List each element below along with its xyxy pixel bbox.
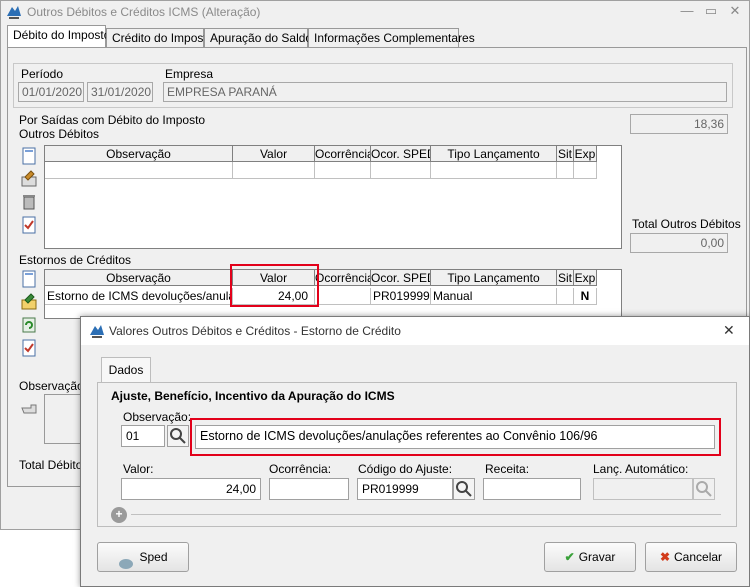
total-outros-debitos-field: 0,00: [630, 233, 728, 253]
edit-icon[interactable]: [19, 292, 39, 312]
add-icon[interactable]: +: [111, 507, 127, 523]
periodo-inicio-field[interactable]: 01/01/2020: [18, 82, 84, 102]
close-icon[interactable]: ✕: [723, 322, 735, 339]
empty-row[interactable]: [371, 162, 431, 179]
new-doc-icon[interactable]: [19, 146, 39, 166]
refresh-icon[interactable]: [19, 315, 39, 335]
ocorrencia-label: Ocorrência:: [269, 462, 332, 476]
col-ocor-sped[interactable]: Ocor. SPED: [371, 146, 431, 162]
periodo-label: Período: [21, 67, 64, 81]
estornos-label: Estornos de Créditos: [19, 253, 132, 267]
codigo-ajuste-input[interactable]: PR019999: [357, 478, 453, 500]
section-title: Ajuste, Benefício, Incentivo da Apuração…: [111, 389, 395, 403]
col-tipo-lancamento[interactable]: Tipo Lançamento: [431, 146, 557, 162]
col-sit[interactable]: Sit: [557, 146, 574, 162]
empty-row[interactable]: [574, 162, 597, 179]
lanc-automatico-input: [593, 478, 693, 500]
empresa-label: Empresa: [165, 67, 214, 81]
tab-informacoes-complementares[interactable]: Informações Complementares: [308, 28, 475, 48]
col-ocorrencia[interactable]: Ocorrência: [315, 270, 371, 286]
search-icon: [693, 478, 715, 500]
estorno-observacao-cell[interactable]: Estorno de ICMS devoluções/anulaçõ: [45, 288, 233, 305]
dialog-title: Valores Outros Débitos e Créditos - Esto…: [109, 324, 401, 338]
main-titlebar: Outros Débitos e Créditos ICMS (Alteraçã…: [1, 1, 749, 23]
section-saidas-label: Por Saídas com Débito do Imposto: [19, 113, 206, 127]
receita-input[interactable]: [483, 478, 581, 500]
estorno-ocorrencia-cell[interactable]: [315, 288, 371, 305]
outros-debitos-grid[interactable]: Observação Valor Ocorrência Ocor. SPED T…: [44, 145, 622, 249]
saidas-value-field: 18,36: [630, 114, 728, 134]
observacao-code-input[interactable]: 01: [121, 425, 165, 447]
observacao-dialog-label: Observação:: [123, 410, 192, 424]
col-ocor-sped[interactable]: Ocor. SPED: [371, 270, 431, 286]
dialog-window: Valores Outros Débitos e Créditos - Esto…: [80, 316, 750, 587]
hand-pointer-icon[interactable]: [19, 398, 39, 418]
col-observacao[interactable]: Observação: [45, 146, 233, 162]
outros-debitos-label: Outros Débitos: [19, 127, 100, 141]
empty-row[interactable]: [233, 162, 315, 179]
sped-icon: [118, 552, 134, 569]
estorno-exp-cell[interactable]: N: [574, 288, 597, 305]
empty-row[interactable]: [315, 162, 371, 179]
sped-button-label: Sped: [139, 550, 168, 564]
observacao-label: Observação: [19, 379, 84, 393]
search-icon[interactable]: [167, 425, 189, 447]
tab-credito-imposto[interactable]: Crédito do Imposto: [106, 28, 213, 48]
estorno-tipo-cell[interactable]: Manual: [431, 288, 557, 305]
tab-dados-header[interactable]: Dados: [101, 357, 151, 383]
observacao-highlight-box: [190, 418, 721, 456]
valor-input[interactable]: 24,00: [121, 478, 261, 500]
tab-apuracao-saldo[interactable]: Apuração do Saldo: [204, 28, 312, 48]
col-exp[interactable]: Exp: [574, 146, 597, 162]
gravar-button-label: Gravar: [578, 550, 616, 564]
delete-icon[interactable]: [19, 192, 39, 212]
ocorrencia-input[interactable]: [269, 478, 349, 500]
close-icon[interactable]: ✕: [723, 2, 747, 22]
calc-icon[interactable]: [19, 215, 39, 235]
estorno-sit-cell[interactable]: [557, 288, 574, 305]
cancelar-button-label: Cancelar: [674, 550, 723, 564]
col-tipo-lancamento[interactable]: Tipo Lançamento: [431, 270, 557, 286]
codigo-ajuste-label: Código do Ajuste:: [358, 462, 453, 476]
empty-row[interactable]: [557, 162, 574, 179]
estornos-grid[interactable]: Observação Valor Ocorrência Ocor. SPED T…: [44, 269, 622, 319]
new-doc-icon[interactable]: [19, 269, 39, 289]
periodo-fim-field[interactable]: 31/01/2020: [87, 82, 153, 102]
empty-row[interactable]: [45, 162, 233, 179]
col-observacao[interactable]: Observação: [45, 270, 233, 286]
col-exp[interactable]: Exp: [574, 270, 597, 286]
tab-debito-imposto[interactable]: Débito do Imposto: [7, 25, 110, 48]
edit-icon[interactable]: [19, 169, 39, 189]
total-outros-debitos-label: Total Outros Débitos: [632, 217, 741, 231]
cancelar-button[interactable]: ✖ Cancelar: [645, 542, 737, 572]
estorno-ocor-sped-cell[interactable]: PR019999: [371, 288, 431, 305]
add-divider: [131, 514, 721, 515]
lanc-automatico-label: Lanç. Automático:: [593, 462, 689, 476]
minimize-icon[interactable]: —: [675, 2, 699, 22]
valor-highlight-box: [230, 264, 319, 307]
search-icon[interactable]: [453, 478, 475, 500]
check-icon: ✔: [564, 550, 575, 564]
dialog-titlebar: Valores Outros Débitos e Créditos - Esto…: [81, 317, 749, 345]
app-icon: [6, 4, 22, 20]
cancel-icon: ✖: [659, 550, 671, 564]
col-valor[interactable]: Valor: [233, 146, 315, 162]
empty-row[interactable]: [431, 162, 557, 179]
col-sit[interactable]: Sit: [557, 270, 574, 286]
receita-label: Receita:: [485, 462, 530, 476]
app-icon: [89, 323, 105, 339]
valor-label: Valor:: [123, 462, 154, 476]
calc-icon[interactable]: [19, 338, 39, 358]
gravar-button[interactable]: ✔ Gravar: [544, 542, 636, 572]
empresa-field[interactable]: EMPRESA PARANÁ: [163, 82, 727, 102]
total-debitos-label: Total Débitos: [19, 458, 89, 472]
main-window-title: Outros Débitos e Créditos ICMS (Alteraçã…: [27, 5, 261, 19]
maximize-icon[interactable]: ▭: [699, 2, 723, 22]
col-ocorrencia[interactable]: Ocorrência: [315, 146, 371, 162]
sped-button[interactable]: Sped: [97, 542, 189, 572]
